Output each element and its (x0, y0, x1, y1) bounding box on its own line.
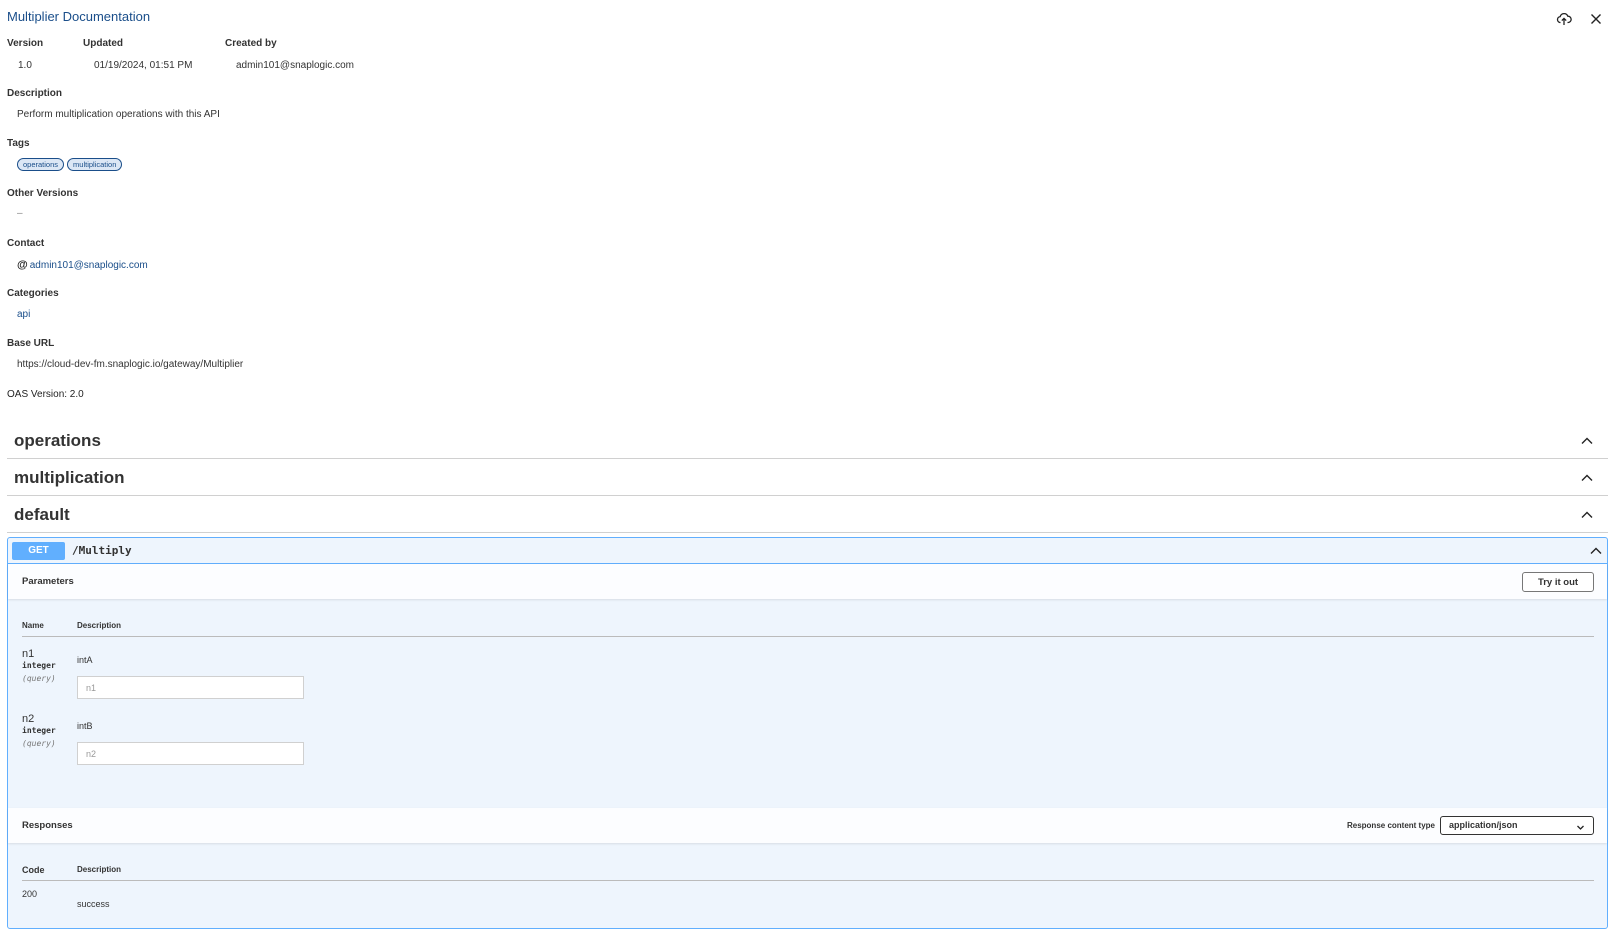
version-label: Version (7, 38, 44, 49)
chevron-up-icon[interactable] (1580, 434, 1594, 448)
base-url-value: https://cloud-dev-fm.snaplogic.io/gatewa… (17, 359, 244, 370)
contact-value: @ admin101@snaplogic.com (17, 259, 148, 271)
col-description-header: Description (77, 865, 122, 874)
param-location: (query) (22, 739, 56, 748)
response-code: 200 (22, 889, 38, 899)
param-location: (query) (22, 674, 56, 683)
operation-summary[interactable]: GET /Multiply (8, 538, 1607, 564)
group-title: operations (14, 431, 101, 450)
other-versions-value: – (17, 208, 23, 219)
tag-chip[interactable]: operations (17, 158, 65, 171)
created-field: Created by admin101@snaplogic.com (225, 38, 354, 71)
oas-version: OAS Version: 2.0 (7, 389, 84, 400)
updated-field: Updated 01/19/2024, 01:51 PM (83, 38, 225, 71)
param-type: integer (22, 726, 56, 735)
version-value: 1.0 (18, 60, 32, 71)
page-title: Multiplier Documentation (7, 9, 151, 24)
description-text: Perform multiplication operations with t… (17, 109, 220, 120)
categories-label: Categories (7, 288, 59, 299)
tags-label: Tags (7, 138, 30, 149)
parameters-table: Name Description n1 integer (query) intA… (8, 599, 1607, 808)
parameters-title: Parameters (22, 576, 74, 587)
response-description: success (77, 899, 110, 909)
param-n1-input[interactable] (77, 676, 304, 699)
divider (22, 880, 1594, 881)
col-name-header: Name (22, 621, 44, 630)
col-description-header: Description (77, 621, 122, 630)
divider (22, 636, 1594, 637)
response-content-type-value: application/json (1449, 820, 1518, 830)
group-title: multiplication (14, 468, 125, 487)
chevron-up-icon[interactable] (1580, 508, 1594, 522)
operation-path: /Multiply (72, 544, 132, 557)
at-icon: @ (17, 259, 28, 271)
col-code-header: Code (22, 865, 45, 875)
chevron-down-icon (1576, 821, 1585, 830)
created-value: admin101@snaplogic.com (236, 60, 354, 71)
response-content-type-label: Response content type (1346, 821, 1435, 830)
group-multiplication[interactable]: multiplication (7, 459, 1608, 496)
group-operations[interactable]: operations (7, 422, 1608, 459)
group-default[interactable]: default (7, 496, 1608, 533)
version-field: Version 1.0 (7, 38, 83, 71)
cloud-upload-icon[interactable] (1556, 11, 1572, 27)
chevron-up-icon[interactable] (1589, 544, 1603, 558)
top-actions (1556, 11, 1604, 27)
param-name: n2 (22, 713, 35, 725)
response-content-type-select[interactable]: application/json (1440, 816, 1594, 835)
created-label: Created by (225, 38, 277, 49)
responses-title: Responses (22, 820, 73, 831)
updated-value: 01/19/2024, 01:51 PM (94, 60, 193, 71)
tag-chip[interactable]: multiplication (67, 158, 123, 171)
chevron-up-icon[interactable] (1580, 471, 1594, 485)
responses-header: Responses Response content type applicat… (8, 808, 1607, 843)
param-name: n1 (22, 648, 35, 660)
tags-list: operations multiplication (17, 158, 125, 171)
updated-label: Updated (83, 38, 123, 49)
category-link[interactable]: api (17, 309, 30, 320)
method-badge: GET (12, 542, 65, 560)
responses-table: Code Description 200 success (8, 843, 1607, 929)
meta-row: Version 1.0 Updated 01/19/2024, 01:51 PM… (7, 38, 354, 71)
group-title: default (14, 505, 70, 524)
other-versions-label: Other Versions (7, 188, 79, 199)
base-url-label: Base URL (7, 338, 55, 349)
try-it-out-button[interactable]: Try it out (1522, 572, 1594, 592)
contact-email-link[interactable]: admin101@snaplogic.com (30, 260, 148, 271)
contact-label: Contact (7, 238, 45, 249)
parameters-header: Parameters Try it out (8, 564, 1607, 599)
param-description: intA (77, 655, 93, 665)
param-description: intB (77, 721, 93, 731)
description-label: Description (7, 88, 63, 99)
close-icon[interactable] (1588, 11, 1604, 27)
param-type: integer (22, 661, 56, 670)
operation-block: GET /Multiply Parameters Try it out Name… (7, 537, 1608, 929)
param-n2-input[interactable] (77, 742, 304, 765)
